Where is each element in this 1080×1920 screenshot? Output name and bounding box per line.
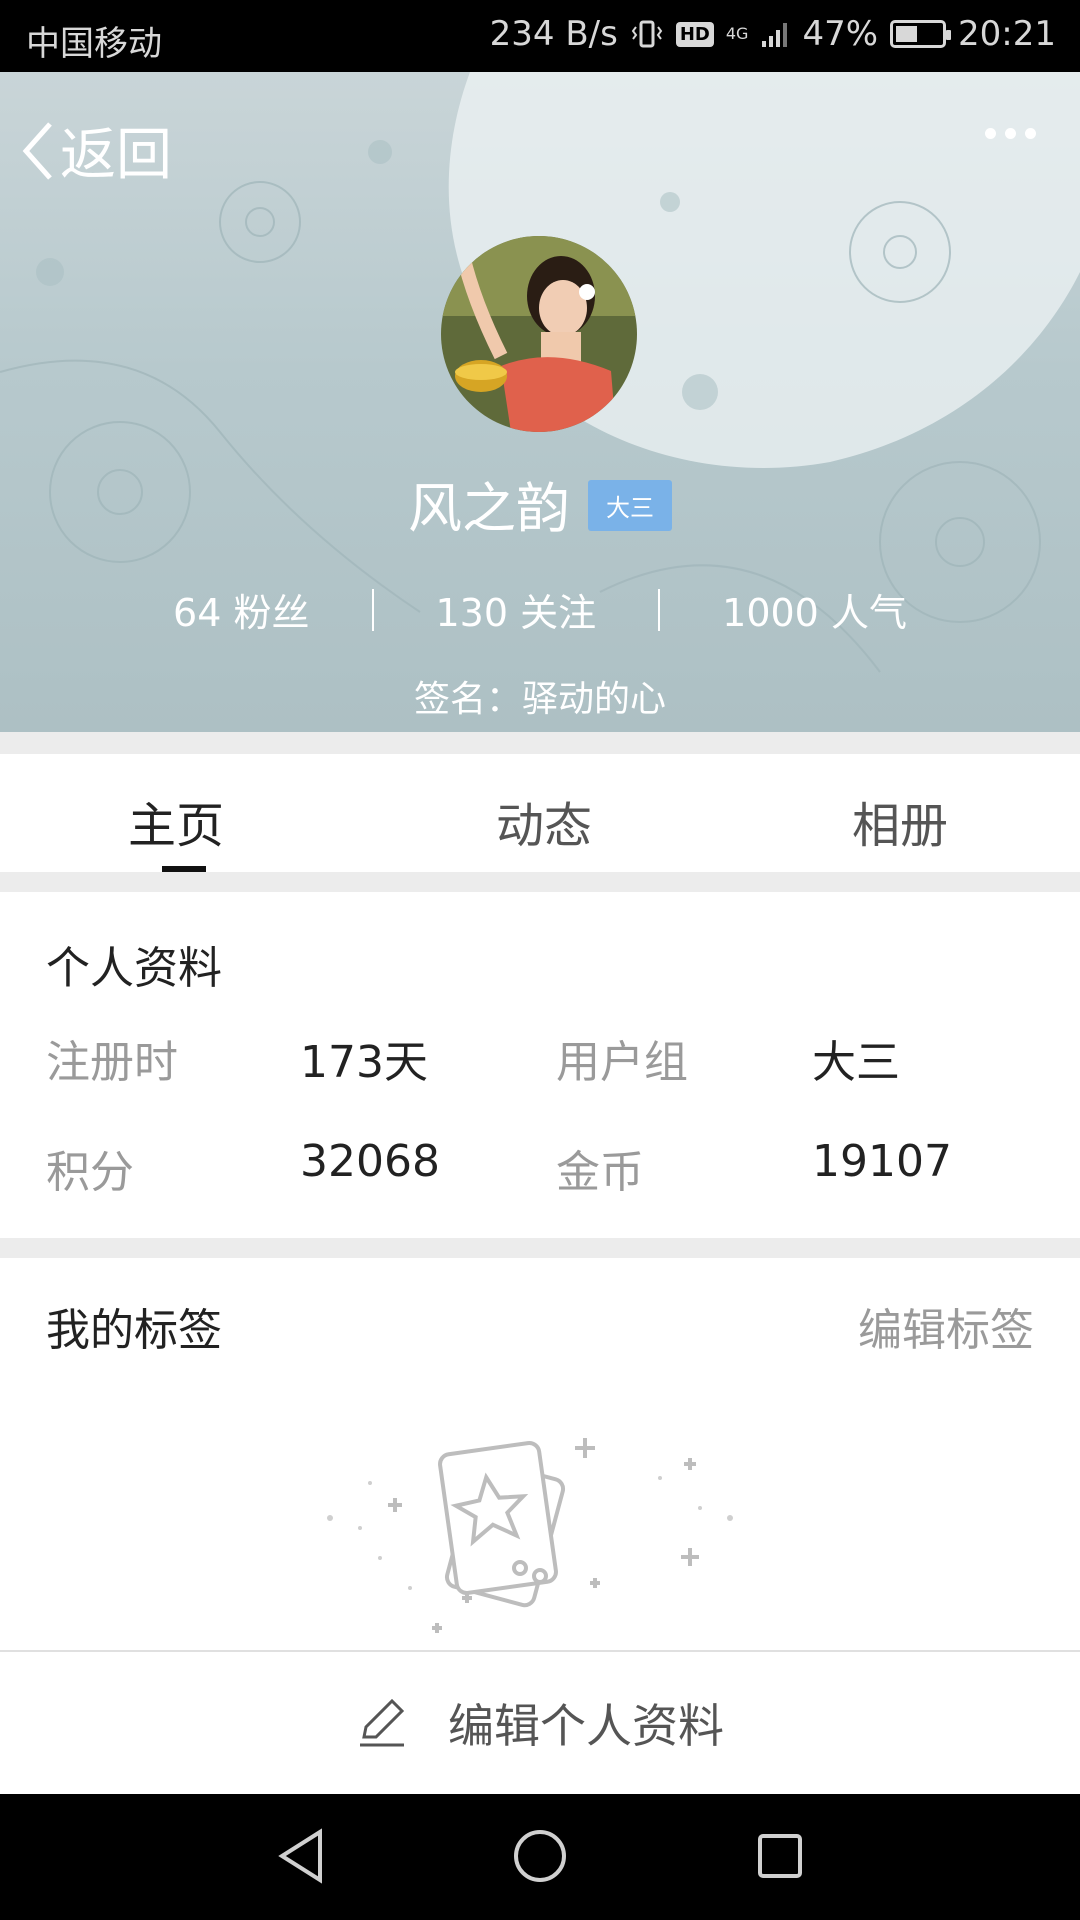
chevron-left-icon [22, 121, 52, 180]
pencil-icon [360, 1698, 405, 1747]
back-triangle-icon[interactable] [274, 1824, 330, 1888]
profile-section: 个人资料 注册时 173天 用户组 大三 积分 32068 金币 19107 [0, 892, 1080, 1238]
divider [658, 588, 661, 631]
hd-badge: HD [675, 21, 714, 47]
field-label: 金币 [556, 1147, 644, 1198]
recents-square-icon[interactable] [752, 1824, 808, 1888]
avatar[interactable] [441, 236, 637, 432]
stat-label: 关注 [520, 591, 597, 635]
section-title: 个人资料 [46, 943, 222, 994]
network-speed: 234 B/s [489, 14, 618, 54]
field-value: 173天 [300, 1037, 428, 1088]
grade-badge: 大三 [588, 480, 672, 531]
system-nav-bar [0, 1794, 1080, 1920]
clock: 20:21 [958, 14, 1056, 54]
edit-tags-link[interactable]: 编辑标签 [858, 1294, 1034, 1358]
section-title: 我的标签 [46, 1305, 222, 1356]
back-label: 返回 [60, 123, 172, 188]
edit-profile-label: 编辑个人资料 [448, 1699, 724, 1753]
dot [1005, 128, 1016, 139]
stat-value: 130 [435, 591, 509, 635]
field-value: 19107 [812, 1136, 952, 1187]
tab-bar: 主页 动态 相册 [0, 754, 1080, 872]
tags-section: 我的标签 编辑标签 [0, 1258, 1080, 1650]
signature-label: 签名： [413, 679, 522, 720]
home-circle-icon[interactable] [510, 1824, 570, 1888]
stat-value: 1000 [722, 591, 819, 635]
signature: 签名：驿动的心 [0, 670, 1080, 722]
username-row: 风之韵 大三 [0, 464, 1080, 543]
carrier-name: 中国移动 [26, 24, 162, 64]
field-label: 积分 [46, 1147, 134, 1198]
signal-icon [762, 23, 788, 47]
field-value: 32068 [300, 1136, 440, 1187]
stat-popularity: 1000 人气 [722, 582, 907, 637]
active-tab-indicator [162, 866, 206, 872]
status-bar: 中国移动 234 B/s HD 4G 47% 20:21 [0, 0, 1080, 72]
field-value: 大三 [812, 1037, 900, 1088]
signature-value: 驿动的心 [522, 679, 667, 720]
stat-fans[interactable]: 64 粉丝 [173, 582, 309, 637]
empty-tags-icon [327, 1438, 733, 1633]
dot [1025, 128, 1036, 139]
network-type: 4G [725, 24, 749, 43]
vibrate-icon [631, 20, 663, 48]
divider [371, 588, 374, 631]
tab-home[interactable]: 主页 [128, 786, 224, 856]
stat-label: 人气 [830, 591, 907, 635]
more-options-button[interactable] [985, 128, 1036, 139]
stat-label: 粉丝 [233, 591, 310, 635]
stat-value: 64 [173, 591, 222, 635]
username: 风之韵 [408, 477, 570, 540]
stats-row: 64 粉丝 130 关注 1000 人气 [0, 582, 1080, 637]
tab-activity[interactable]: 动态 [496, 786, 592, 856]
stat-following[interactable]: 130 关注 [436, 582, 597, 637]
field-label: 用户组 [556, 1037, 688, 1088]
dot [985, 128, 996, 139]
edit-profile-button[interactable]: 编辑个人资料 [0, 1650, 1080, 1794]
battery-icon [890, 20, 952, 48]
battery-percent: 47% [802, 14, 879, 54]
profile-header: 返回 风之韵 大三 64 粉丝 130 关注 1000 人气 签名：驿动的心 [0, 72, 1080, 732]
tab-album[interactable]: 相册 [852, 786, 948, 856]
field-label: 注册时 [46, 1037, 178, 1088]
back-button[interactable]: 返回 [20, 110, 172, 191]
